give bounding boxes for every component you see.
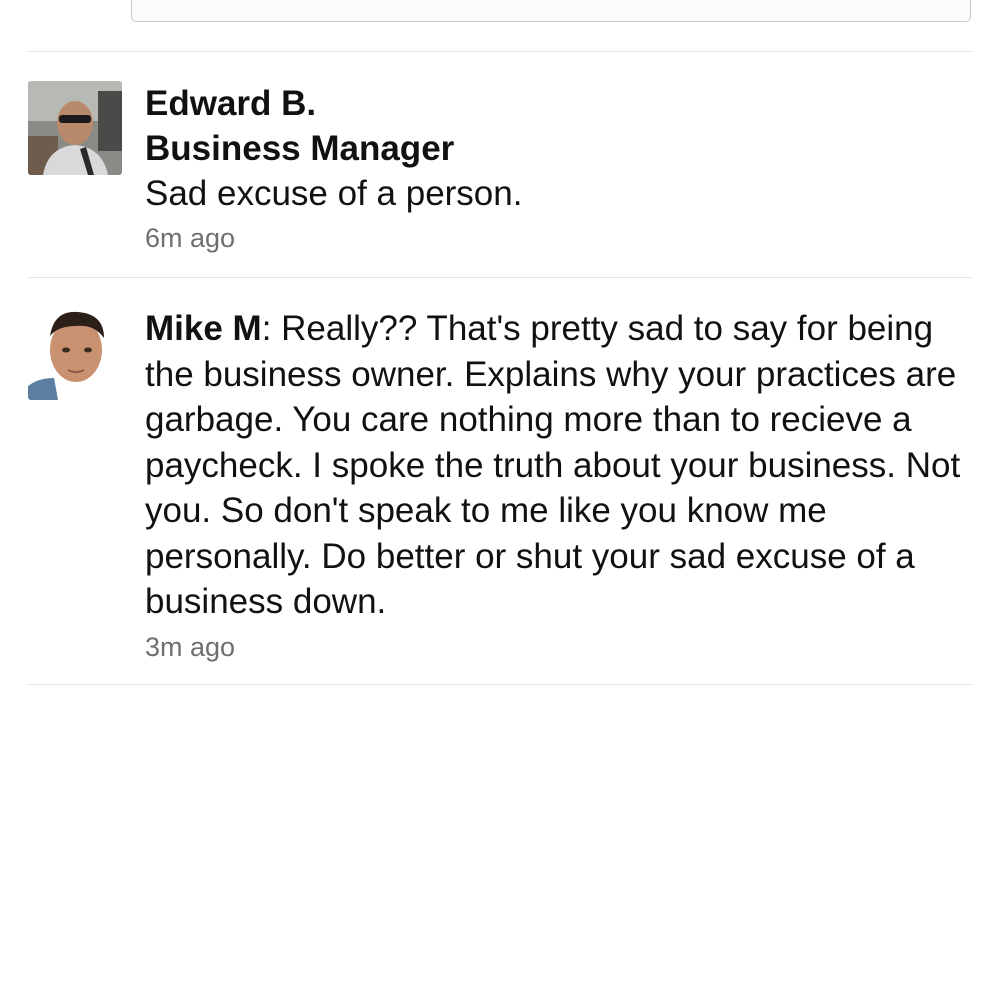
divider: [28, 277, 972, 278]
divider: [28, 684, 972, 685]
comment-timestamp: 3m ago: [145, 631, 236, 662]
comment-text-block: Mike M: Really?? That's pretty sad to sa…: [145, 306, 975, 625]
comment-text: Sad excuse of a person.: [145, 174, 523, 213]
comment-author[interactable]: Edward B.: [145, 81, 975, 126]
avatar[interactable]: [28, 81, 122, 175]
comment-author-role: Business Manager: [145, 129, 455, 168]
author-separator: :: [261, 309, 282, 348]
comment-timestamp: 6m ago: [145, 223, 236, 253]
reply-input-box[interactable]: [131, 0, 971, 22]
divider: [28, 51, 972, 52]
comment-text: Really?? That's pretty sad to say for be…: [145, 309, 961, 621]
avatar[interactable]: [28, 306, 122, 400]
comment-author[interactable]: Mike M: [145, 309, 262, 348]
